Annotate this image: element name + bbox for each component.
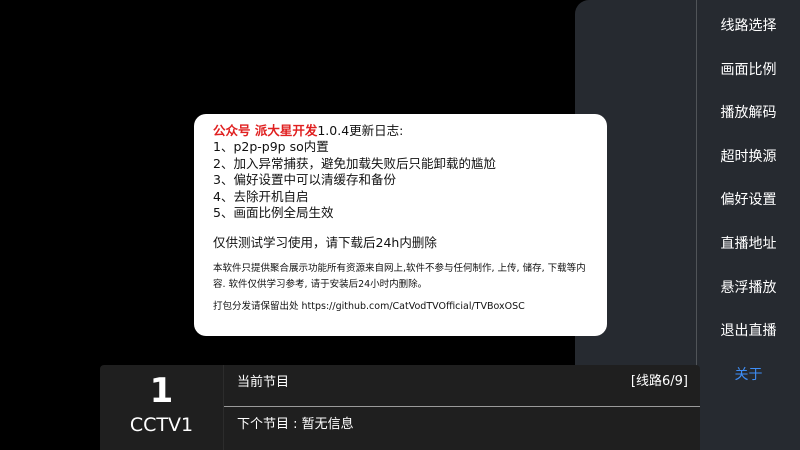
settings-menu: 线路选择 画面比例 播放解码 超时换源 偏好设置 直播地址 悬浮播放 退出直播 …	[697, 0, 800, 450]
changelog-item: 4、去除开机自启	[213, 188, 309, 204]
channel-name: CCTV1	[129, 414, 194, 436]
program-divider	[224, 406, 700, 407]
dialog-title-highlight: 公众号 派大星开发	[213, 123, 318, 138]
changelog-item: 1、p2p-p9p so内置	[213, 139, 329, 154]
menu-item-exit-live[interactable]: 退出直播	[697, 321, 800, 365]
changelog-item: 3、偏好设置中可以清缓存和备份	[213, 172, 396, 187]
dialog-title: 公众号 派大星开发1.0.4更新日志:	[213, 122, 607, 139]
menu-item-timeout-switch[interactable]: 超时换源	[697, 147, 800, 191]
channel-info-bar: 1 CCTV1 当前节目 下个节目 : 暂无信息 [线路6/9]	[100, 365, 700, 450]
menu-item-floating-play[interactable]: 悬浮播放	[697, 278, 800, 322]
next-program: 下个节目 : 暂无信息	[237, 417, 354, 432]
changelog-item: 2、加入异常捕获，避免加载失败后只能卸载的尴尬	[213, 155, 496, 171]
channel-number: 1	[149, 371, 174, 411]
menu-item-preferences[interactable]: 偏好设置	[697, 190, 800, 234]
menu-item-decoder[interactable]: 播放解码	[697, 103, 800, 147]
changelog-item: 5、画面比例全局生效	[213, 205, 334, 220]
repo-attribution: 打包分发请保留出处 https://github.com/CatVodTVOff…	[213, 300, 525, 312]
menu-item-live-url[interactable]: 直播地址	[697, 234, 800, 278]
dialog-title-version: 1.0.4更新日志:	[317, 123, 404, 138]
menu-item-about[interactable]: 关于	[697, 365, 800, 409]
current-program: 当前节目	[237, 375, 290, 390]
disclaimer-text: 本软件只提供聚合展示功能所有资源来自网上,软件不参与任何制作, 上传, 储存, …	[213, 262, 586, 290]
usage-notice: 仅供测试学习使用，请下载后24h内删除	[213, 234, 437, 250]
channel-divider	[223, 365, 224, 450]
line-indicator: [线路6/9]	[630, 374, 688, 389]
about-dialog: 公众号 派大星开发1.0.4更新日志: 1、p2p-p9p so内置 2、加入异…	[194, 114, 607, 336]
menu-item-line-select[interactable]: 线路选择	[697, 16, 800, 60]
menu-item-aspect-ratio[interactable]: 画面比例	[697, 60, 800, 104]
